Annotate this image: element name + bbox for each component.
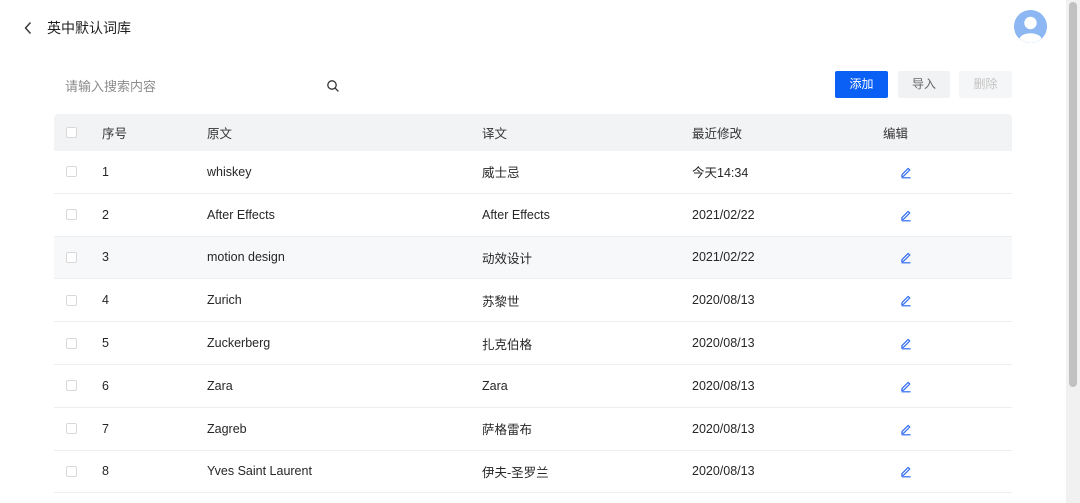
header-index: 序号 xyxy=(102,127,128,141)
row-translation: 伊夫-圣罗兰 xyxy=(482,465,549,480)
row-checkbox[interactable] xyxy=(66,465,77,477)
row-modified: 2021/02/22 xyxy=(692,250,755,265)
select-all-checkbox[interactable] xyxy=(66,127,77,138)
pencil-icon[interactable] xyxy=(899,464,913,478)
pencil-icon[interactable] xyxy=(899,422,913,436)
row-source: Yves Saint Laurent xyxy=(207,464,312,479)
row-modified: 2021/02/22 xyxy=(692,207,755,222)
row-modified: 2020/08/13 xyxy=(692,464,755,479)
row-source: Zagreb xyxy=(207,421,247,436)
table-header: 序号 原文 译文 最近修改 编辑 xyxy=(54,114,1012,151)
row-checkbox[interactable] xyxy=(66,209,77,221)
table-row[interactable]: 1 whiskey 威士忌 今天14:34 xyxy=(54,151,1012,194)
page-title: 英中默认词库 xyxy=(47,20,131,36)
row-translation: 扎克伯格 xyxy=(482,337,533,352)
header: 英中默认词库 xyxy=(0,0,1066,56)
row-index: 6 xyxy=(102,378,109,393)
row-modified: 2020/08/13 xyxy=(692,336,755,351)
scrollbar-thumb[interactable] xyxy=(1069,2,1077,387)
header-source: 原文 xyxy=(207,127,233,141)
row-index: 1 xyxy=(102,164,109,179)
pencil-icon[interactable] xyxy=(899,336,913,350)
pencil-icon[interactable] xyxy=(899,208,913,222)
row-index: 2 xyxy=(102,207,109,222)
search-box xyxy=(58,72,348,100)
table-row[interactable]: 7 Zagreb 萨格雷布 2020/08/13 xyxy=(54,408,1012,451)
row-translation: 萨格雷布 xyxy=(482,423,533,438)
table-row[interactable]: 4 Zurich 苏黎世 2020/08/13 xyxy=(54,279,1012,323)
user-avatar-icon xyxy=(1014,10,1047,43)
pencil-icon[interactable] xyxy=(899,250,913,264)
import-button[interactable]: 导入 xyxy=(898,71,950,98)
vertical-scrollbar[interactable] xyxy=(1066,0,1080,503)
row-translation: 苏黎世 xyxy=(482,294,520,309)
header-translation: 译文 xyxy=(482,127,508,141)
row-source: Zuckerberg xyxy=(207,336,271,351)
user-avatar[interactable] xyxy=(1014,10,1047,43)
search-icon[interactable] xyxy=(326,79,340,93)
row-modified: 2020/08/13 xyxy=(692,378,755,393)
add-button[interactable]: 添加 xyxy=(835,71,888,98)
back-button[interactable] xyxy=(18,16,38,40)
row-checkbox[interactable] xyxy=(66,166,77,178)
row-modified: 今天14:34 xyxy=(692,166,749,181)
table-row[interactable]: 3 motion design 动效设计 2021/02/22 xyxy=(54,236,1012,280)
header-edit: 编辑 xyxy=(883,127,909,141)
row-translation: 威士忌 xyxy=(482,166,520,181)
search-input[interactable] xyxy=(58,72,348,100)
row-index: 5 xyxy=(102,336,109,351)
chevron-left-icon xyxy=(24,22,32,34)
row-modified: 2020/08/13 xyxy=(692,421,755,436)
row-checkbox[interactable] xyxy=(66,423,77,435)
row-translation: Zara xyxy=(482,378,508,393)
row-index: 7 xyxy=(102,421,109,436)
row-checkbox[interactable] xyxy=(66,251,77,263)
row-modified: 2020/08/13 xyxy=(692,293,755,308)
table-row[interactable]: 8 Yves Saint Laurent 伊夫-圣罗兰 2020/08/13 xyxy=(54,451,1012,494)
row-translation: 动效设计 xyxy=(482,251,533,266)
row-index: 8 xyxy=(102,464,109,479)
pencil-icon[interactable] xyxy=(899,165,913,179)
table-row[interactable]: 2 After Effects After Effects 2021/02/22 xyxy=(54,194,1012,237)
row-source: After Effects xyxy=(207,207,275,222)
delete-button: 删除 xyxy=(959,71,1012,98)
row-checkbox[interactable] xyxy=(66,294,77,306)
table-row[interactable]: 6 Zara Zara 2020/08/13 xyxy=(54,365,1012,408)
row-source: Zara xyxy=(207,378,233,393)
row-index: 4 xyxy=(102,293,109,308)
row-source: Zurich xyxy=(207,293,242,308)
row-checkbox[interactable] xyxy=(66,337,77,349)
row-checkbox[interactable] xyxy=(66,380,77,392)
pencil-icon[interactable] xyxy=(899,379,913,393)
row-source: motion design xyxy=(207,250,285,265)
header-modified: 最近修改 xyxy=(692,127,743,141)
pencil-icon[interactable] xyxy=(899,293,913,307)
row-index: 3 xyxy=(102,250,109,265)
row-source: whiskey xyxy=(207,164,252,179)
word-table: 序号 原文 译文 最近修改 编辑 1 whiskey 威士忌 今天14:34 2… xyxy=(54,114,1012,494)
row-translation: After Effects xyxy=(482,207,550,222)
table-row[interactable]: 5 Zuckerberg 扎克伯格 2020/08/13 xyxy=(54,322,1012,365)
